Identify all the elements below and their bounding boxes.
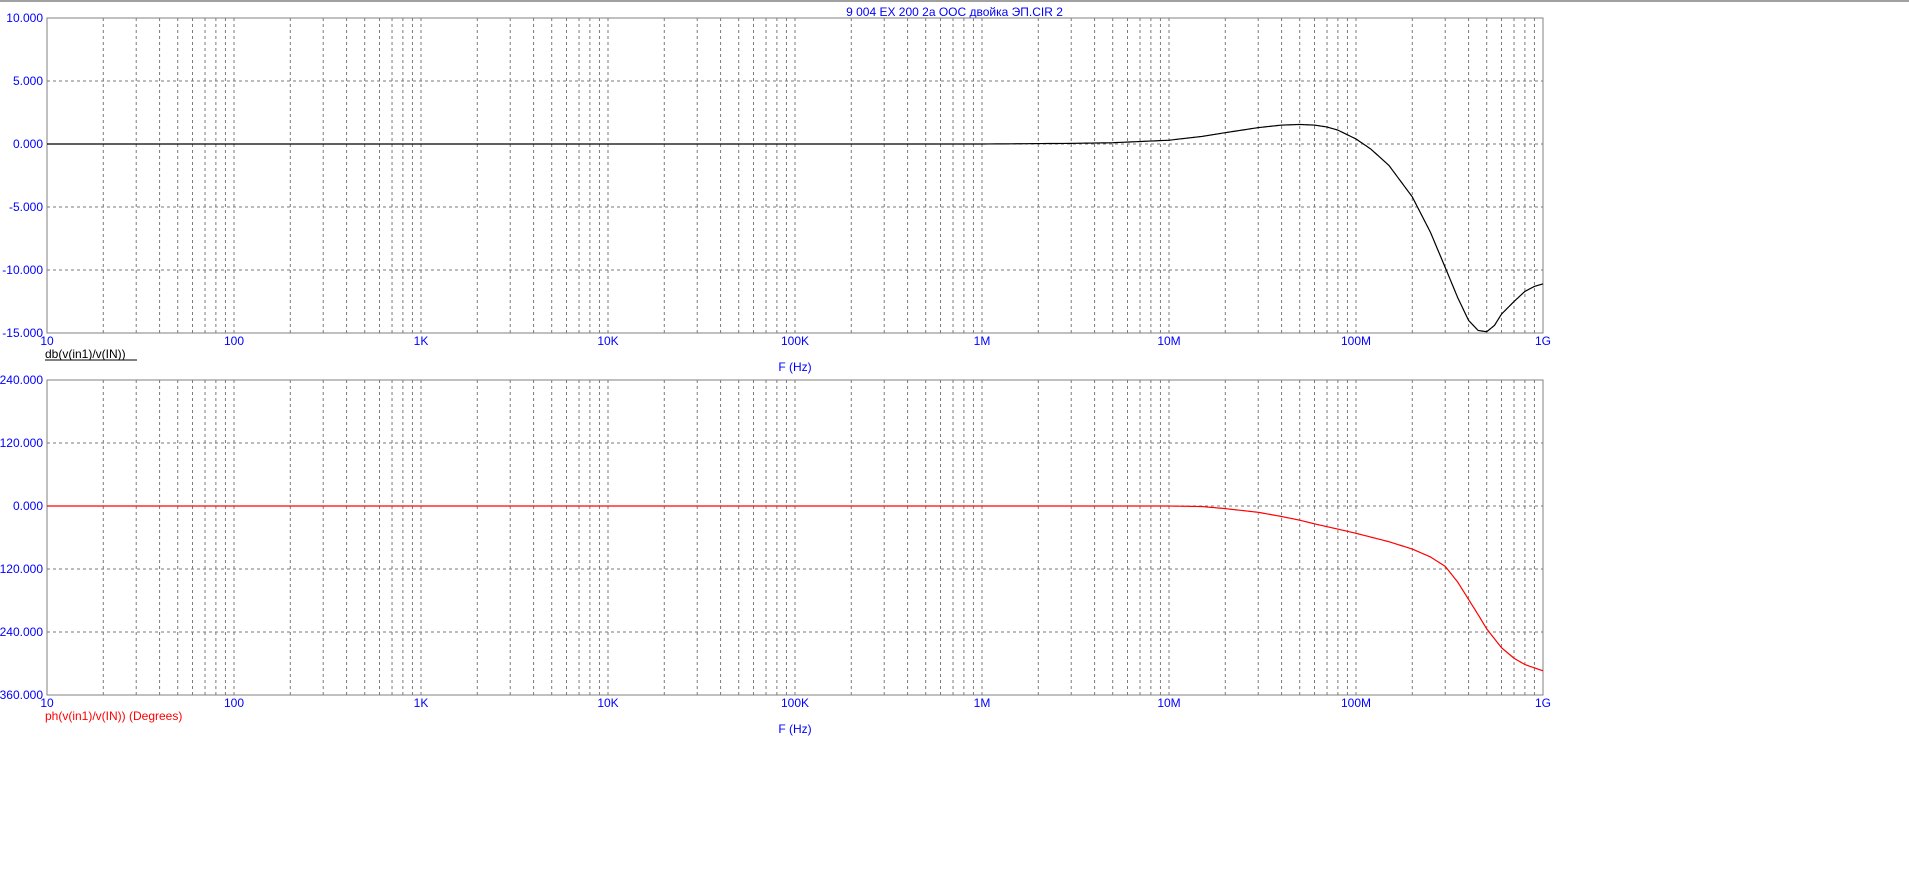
y-tick-label: 120.000 (0, 436, 43, 450)
plot-area: 10.0005.0000.000-5.000-10.000-15.000 10 1… (0, 11, 1551, 736)
phase-y-tick-labels: 240.000 120.000 0.000 -120.000 -240.000 -360.… (0, 373, 43, 702)
magnitude-panel: 10.0005.0000.000-5.000-10.000-15.000 10 1… (2, 11, 1551, 374)
phase-grid (46, 379, 1543, 696)
x-tick-label: 1K (414, 334, 429, 348)
x-tick-label: 10K (597, 696, 618, 710)
x-tick-label: 1G (1535, 696, 1551, 710)
phase-panel: 240.000 120.000 0.000 -120.000 -240.000 -360.… (0, 373, 1551, 736)
magnitude-x-tick-labels: 10 100 1K 10K 100K 1M 10M 100M 1G (40, 334, 1551, 348)
y-tick-label: -360.000 (0, 688, 43, 702)
phase-x-tick-labels: 10 100 1K 10K 100K 1M 10M 100M 1G (40, 696, 1551, 710)
magnitude-x-axis-label: F (Hz) (778, 360, 811, 374)
x-tick-label: 100 (224, 696, 244, 710)
y-tick-label: -5.000 (9, 200, 43, 214)
y-tick-label: 5.000 (13, 74, 43, 88)
x-tick-label: 1K (414, 696, 429, 710)
y-tick-label: 0.000 (13, 137, 43, 151)
y-tick-label: -15.000 (2, 326, 43, 340)
x-tick-label: 10 (40, 696, 54, 710)
x-tick-label: 100K (781, 696, 809, 710)
x-tick-label: 100K (781, 334, 809, 348)
y-tick-label: 0.000 (13, 499, 43, 513)
magnitude-y-tick-labels: 10.000 5.000 0.000 -5.000 -10.000 -15.000 (2, 11, 43, 340)
phase-series-label: ph(v(in1)/v(IN)) (Degrees) (45, 709, 182, 723)
x-tick-label: 1M (974, 696, 991, 710)
y-tick-label: 240.000 (0, 373, 43, 387)
x-tick-label: 100M (1341, 696, 1371, 710)
magnitude-grid (46, 17, 1543, 334)
x-tick-label: 10M (1157, 334, 1180, 348)
x-tick-label: 1M (974, 334, 991, 348)
y-tick-label: 10.000 (6, 11, 43, 25)
x-tick-label: 100M (1341, 334, 1371, 348)
x-tick-label: 1G (1535, 334, 1551, 348)
y-tick-label: -240.000 (0, 625, 43, 639)
y-tick-label: -10.000 (2, 263, 43, 277)
x-tick-label: 10 (40, 334, 54, 348)
phase-x-axis-label: F (Hz) (778, 722, 811, 736)
magnitude-series-label: db(v(in1)/v(IN)) (45, 347, 126, 361)
x-tick-label: 10M (1157, 696, 1180, 710)
x-tick-label: 100 (224, 334, 244, 348)
y-tick-label: -120.000 (0, 562, 43, 576)
x-tick-label: 10K (597, 334, 618, 348)
